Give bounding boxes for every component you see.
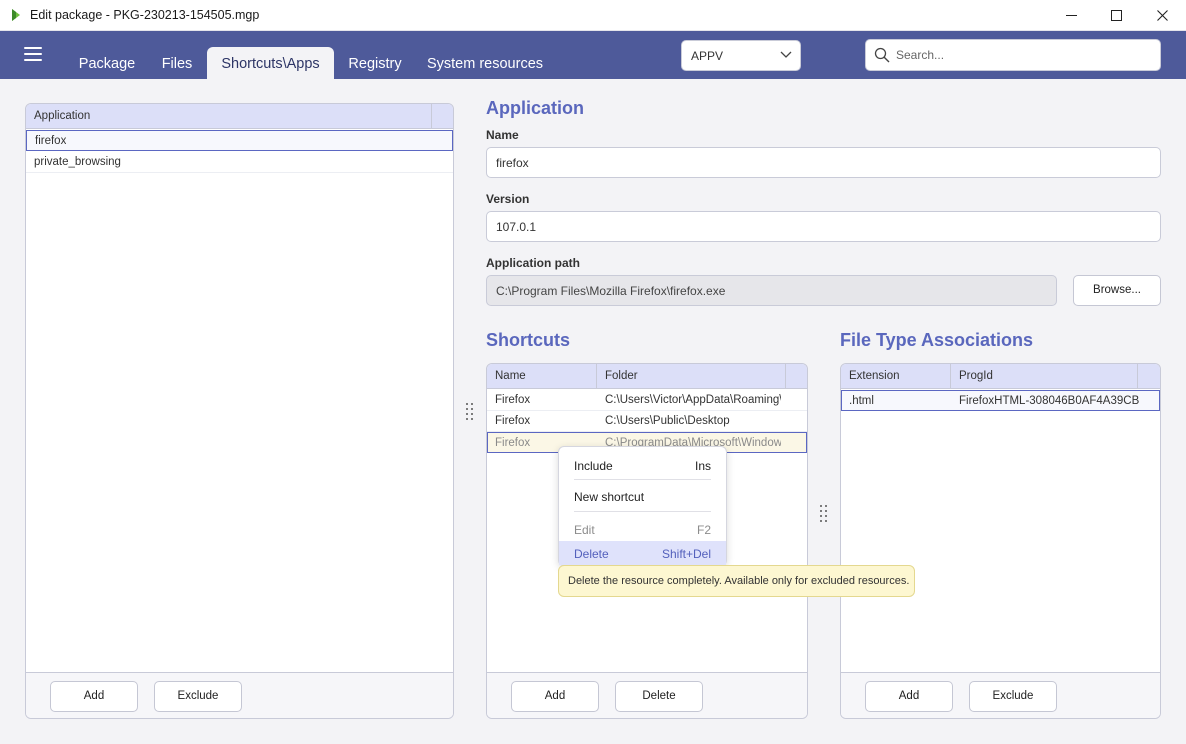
close-button[interactable] [1139, 0, 1185, 31]
maximize-button[interactable] [1093, 0, 1139, 31]
menu-item-delete[interactable]: Delete Shift+Del [559, 541, 726, 565]
menu-item-include[interactable]: Include Ins [559, 453, 726, 477]
minimize-button[interactable] [1048, 0, 1094, 31]
fta-extension: .html [849, 395, 874, 407]
shortcut-name: Firefox [495, 394, 531, 406]
tab-system-resources[interactable]: System resources [420, 47, 550, 79]
fta-section-title: File Type Associations [840, 330, 1034, 350]
delete-shortcut-button[interactable]: Delete [615, 681, 703, 712]
column-header-progid[interactable]: ProgId [951, 364, 1138, 389]
app-logo-icon [12, 9, 20, 21]
applications-panel: Application firefox private_browsing Add… [25, 103, 454, 719]
menu-item-shortcut: Ins [694, 459, 711, 473]
context-menu: Include Ins New shortcut Edit F2 Delete … [558, 446, 727, 566]
shortcut-folder: C:\Users\Public\Desktop [605, 415, 730, 427]
fta-row[interactable]: .html FirefoxHTML-308046B0AF4A39CB [841, 390, 1160, 411]
search-icon [874, 47, 890, 63]
splitter-grip-icon[interactable] [466, 403, 474, 421]
maximize-icon [1110, 10, 1122, 21]
name-field[interactable]: firefox [486, 147, 1161, 178]
shortcuts-section-title: Shortcuts [486, 330, 571, 350]
application-row[interactable]: firefox [26, 130, 453, 151]
application-name: firefox [35, 135, 67, 147]
browse-button[interactable]: Browse... [1073, 275, 1161, 306]
close-icon [1156, 10, 1168, 21]
shortcut-row[interactable]: Firefox C:\Users\Public\Desktop [487, 411, 807, 432]
tab-registry[interactable]: Registry [340, 47, 410, 79]
menu-item-label: Edit [574, 523, 595, 537]
chevron-down-icon [780, 51, 792, 58]
tab-files[interactable]: Files [151, 47, 203, 79]
search-input[interactable] [896, 46, 1146, 64]
tab-package[interactable]: Package [70, 47, 144, 79]
version-field[interactable]: 107.0.1 [486, 211, 1161, 242]
shortcut-folder: C:\Users\Victor\AppData\Roaming\Microsof… [605, 394, 781, 406]
column-header-application[interactable]: Application [26, 104, 432, 129]
menu-item-label: Include [574, 459, 613, 473]
menu-item-label: Delete [574, 547, 609, 561]
fta-footer: Add Exclude [841, 672, 1160, 718]
shortcut-row[interactable]: Firefox C:\Users\Victor\AppData\Roaming\… [487, 390, 807, 411]
applications-grid-header: Application [26, 104, 453, 129]
applications-footer: Add Exclude [26, 672, 453, 718]
fta-panel: Extension ProgId .html FirefoxHTML-30804… [840, 363, 1161, 719]
shortcut-name: Firefox [495, 415, 531, 427]
application-row[interactable]: private_browsing [26, 152, 453, 173]
type-select-value: APPV [691, 49, 724, 63]
title-bar: Edit package - PKG-230213-154505.mgp [0, 0, 1186, 31]
fta-progid: FirefoxHTML-308046B0AF4A39CB [959, 395, 1140, 407]
menu-item-label: New shortcut [574, 490, 645, 504]
minimize-icon [1065, 15, 1077, 16]
column-header-folder[interactable]: Folder [597, 364, 786, 389]
exclude-application-button[interactable]: Exclude [154, 681, 242, 712]
column-header-extension[interactable]: Extension [841, 364, 951, 389]
tab-shortcuts-apps[interactable]: Shortcuts\Apps [207, 47, 334, 79]
name-label: Name [486, 128, 519, 142]
type-select[interactable]: APPV [681, 40, 801, 71]
add-shortcut-button[interactable]: Add [511, 681, 599, 712]
shortcuts-grid-header: Name Folder [487, 364, 807, 389]
menu-item-shortcut: F2 [696, 523, 711, 537]
splitter-grip-icon[interactable] [820, 505, 828, 523]
version-label: Version [486, 192, 530, 206]
menu-item-shortcut: Shift+Del [661, 547, 711, 561]
application-section-title: Application [486, 98, 584, 118]
main-header: Package Files Shortcuts\Apps Registry Sy… [0, 31, 1186, 79]
application-path-field: C:\Program Files\Mozilla Firefox\firefox… [486, 275, 1057, 306]
menu-item-edit[interactable]: Edit F2 [559, 517, 726, 541]
shortcuts-footer: Add Delete [487, 672, 807, 718]
search-box[interactable] [865, 39, 1161, 71]
window-title: Edit package - PKG-230213-154505.mgp [30, 8, 260, 22]
menu-separator [574, 511, 711, 512]
tooltip: Delete the resource completely. Availabl… [558, 565, 915, 597]
application-path-label: Application path [486, 256, 580, 270]
hamburger-menu-icon[interactable] [24, 47, 42, 61]
menu-item-new-shortcut[interactable]: New shortcut [559, 484, 726, 508]
fta-grid-header: Extension ProgId [841, 364, 1160, 389]
exclude-fta-button[interactable]: Exclude [969, 681, 1057, 712]
application-name: private_browsing [34, 156, 121, 168]
column-header-name[interactable]: Name [487, 364, 597, 389]
add-fta-button[interactable]: Add [865, 681, 953, 712]
add-application-button[interactable]: Add [50, 681, 138, 712]
menu-separator [574, 479, 711, 480]
